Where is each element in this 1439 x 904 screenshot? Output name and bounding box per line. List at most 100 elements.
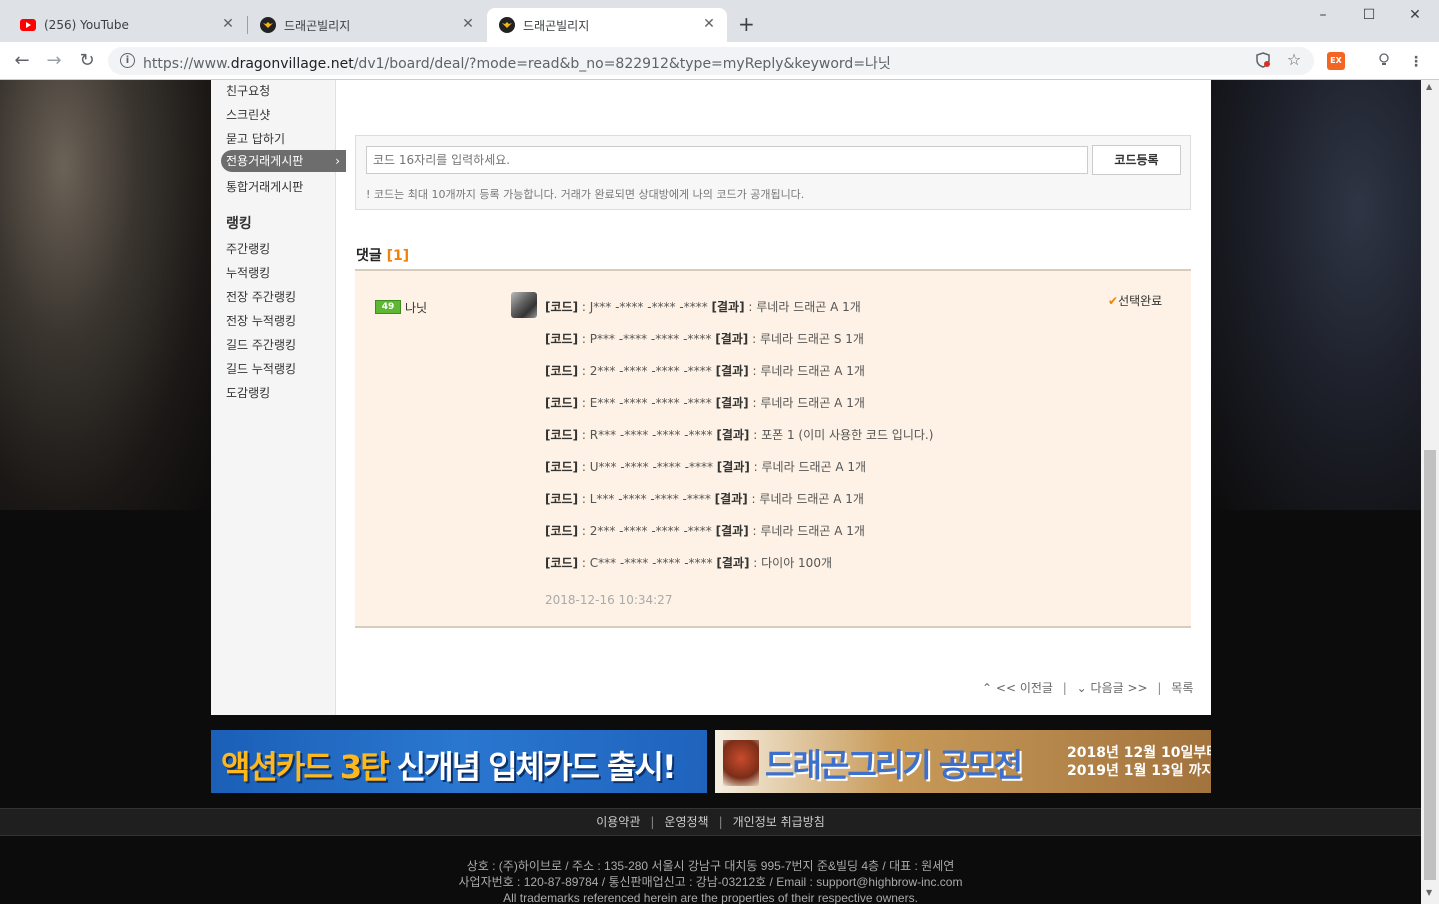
code-value: : 2*** -**** -**** -**** [578, 524, 716, 538]
code-tag: [코드] [545, 492, 579, 506]
code-value: : E*** -**** -**** -**** [578, 396, 716, 410]
main-content: 친구요청 스크린샷 묻고 답하기 전용거래게시판 › 통합거래게시판 랭킹 주간… [211, 80, 1211, 715]
lightbulb-icon[interactable] [1375, 53, 1393, 71]
list-link[interactable]: 목록 [1171, 681, 1193, 695]
post-navigation: ⌃ << 이전글 | ⌄ 다음글 >> | 목록 [982, 679, 1193, 696]
youtube-icon [20, 17, 36, 33]
code-value: : P*** -**** -**** -**** [578, 332, 716, 346]
close-icon[interactable]: ✕ [701, 16, 717, 32]
divider: | [718, 815, 723, 829]
comment-item: 49 나닛 [코드] : J*** -**** -**** -**** [결과]… [355, 269, 1191, 628]
sidebar-item-screenshot[interactable]: 스크린샷 [226, 106, 270, 123]
result-tag: [결과] [716, 556, 750, 570]
tab-title: (256) YouTube [44, 18, 129, 32]
banner-drawing-contest[interactable]: 드래곤그리기 공모전 2018년 12월 10일부터 2019년 1월 13일 까… [715, 730, 1211, 793]
back-icon[interactable]: ← [11, 50, 33, 72]
bookmark-star-icon[interactable]: ☆ [1285, 51, 1303, 69]
banner-action-card[interactable]: 액션카드 3탄 신개념 입체카드 출시! [211, 730, 707, 793]
code-value: : J*** -**** -**** -**** [578, 300, 712, 314]
prev-post-link[interactable]: << 이전글 [996, 681, 1053, 695]
tab-youtube[interactable]: (256) YouTube ✕ [8, 8, 246, 42]
sidebar-item-battle-total[interactable]: 전장 누적랭킹 [226, 312, 296, 329]
close-icon[interactable]: ✕ [220, 16, 236, 32]
code-tag: [코드] [545, 300, 579, 314]
result-tag: [결과] [716, 428, 750, 442]
blocked-content-icon[interactable] [1254, 52, 1272, 70]
footer-link-terms[interactable]: 이용약관 [596, 815, 640, 829]
menu-icon[interactable]: ⋮ [1407, 53, 1425, 71]
code-result-line: [코드] : E*** -**** -**** -**** [결과] : 루네라… [545, 394, 865, 411]
sidebar-item-private-trade[interactable]: 전용거래게시판 › [221, 150, 346, 172]
chevron-right-icon: › [335, 154, 340, 168]
footer-link-policy[interactable]: 운영정책 [664, 815, 708, 829]
maximize-button[interactable]: ☐ [1354, 4, 1384, 26]
result-value: : 루네라 드래곤 A 1개 [748, 364, 865, 378]
result-tag: [결과] [716, 460, 750, 474]
result-value: : 루네라 드래곤 A 1개 [747, 492, 864, 506]
code-result-line: [코드] : P*** -**** -**** -**** [결과] : 루네라… [545, 330, 864, 347]
sidebar-item-battle-weekly[interactable]: 전장 주간랭킹 [226, 288, 296, 305]
code-result-line: [코드] : L*** -**** -**** -**** [결과] : 루네라… [545, 490, 864, 507]
scrollbar-thumb[interactable] [1424, 450, 1436, 880]
code-register-button[interactable]: 코드등록 [1092, 145, 1181, 175]
url-prefix: https://www. [143, 56, 231, 72]
info-icon[interactable]: i [120, 53, 135, 68]
result-tag: [결과] [715, 332, 749, 346]
sidebar-item-integrated-trade[interactable]: 통합거래게시판 [226, 178, 303, 195]
sidebar-item-total-ranking[interactable]: 누적랭킹 [226, 264, 270, 281]
code-tag: [코드] [545, 396, 579, 410]
scrollbar[interactable]: ▲ ▼ [1421, 80, 1439, 904]
url-text[interactable]: https://www.dragonvillage.net/dv1/board/… [143, 53, 891, 73]
code-register-box: 코드등록 ! 코드는 최대 10개까지 등록 가능합니다. 거래가 완료되면 상… [355, 135, 1191, 210]
extension-icon[interactable]: EX [1327, 52, 1345, 70]
footer-registration: 사업자번호 : 120-87-89784 / 통신판매업신고 : 강남-0321… [458, 875, 963, 889]
footer-link-privacy[interactable]: 개인정보 취급방침 [733, 815, 825, 829]
scroll-up-icon[interactable]: ▲ [1426, 82, 1432, 91]
extension-label: EX [1330, 56, 1342, 65]
code-notice: ! 코드는 최대 10개까지 등록 가능합니다. 거래가 완료되면 상대방에게 … [366, 188, 805, 201]
sidebar-item-guild-total[interactable]: 길드 누적랭킹 [226, 360, 296, 377]
sidebar-item-qna[interactable]: 묻고 답하기 [226, 130, 285, 147]
status-label: 선택완료 [1118, 294, 1163, 308]
divider: | [1157, 681, 1162, 695]
code-value: : U*** -**** -**** -**** [578, 460, 717, 474]
level-value: 49 [381, 302, 395, 312]
code-result-line: [코드] : U*** -**** -**** -**** [결과] : 루네라… [545, 458, 866, 475]
banner-date-start: 2018년 12월 10일부터 [1067, 745, 1211, 761]
new-tab-button[interactable]: + [738, 13, 755, 35]
next-post-link[interactable]: 다음글 >> [1091, 681, 1148, 695]
code-tag: [코드] [545, 460, 579, 474]
code-tag: [코드] [545, 364, 579, 378]
scroll-down-icon[interactable]: ▼ [1426, 888, 1432, 897]
dragonvillage-icon [499, 17, 515, 33]
code-value: : 2*** -**** -**** -**** [578, 364, 716, 378]
address-bar[interactable]: i https://www.dragonvillage.net/dv1/boar… [108, 47, 1314, 75]
tab-dragonvillage[interactable]: 드래곤빌리지 ✕ [248, 8, 486, 42]
result-tag: [결과] [714, 492, 748, 506]
comments-count: [1] [386, 248, 410, 264]
sidebar-item-weekly-ranking[interactable]: 주간랭킹 [226, 240, 270, 257]
result-tag: [결과] [711, 300, 745, 314]
sidebar-item-collection-ranking[interactable]: 도감랭킹 [226, 384, 270, 401]
forward-icon[interactable]: → [43, 50, 65, 72]
reload-icon[interactable]: ↻ [76, 50, 98, 72]
sidebar: 친구요청 스크린샷 묻고 답하기 전용거래게시판 › 통합거래게시판 랭킹 주간… [211, 80, 346, 715]
tab-title: 드래곤빌리지 [284, 18, 351, 33]
url-domain: dragonvillage.net [230, 56, 354, 72]
sidebar-item-friend-request[interactable]: 친구요청 [226, 82, 270, 99]
comments-title: 댓글 [356, 248, 382, 264]
minimize-button[interactable]: – [1308, 4, 1338, 26]
code-input[interactable] [366, 146, 1088, 174]
sidebar-item-guild-weekly[interactable]: 길드 주간랭킹 [226, 336, 296, 353]
banner-contest-title: 드래곤그리기 공모전 [765, 746, 1023, 784]
comment-author[interactable]: 나닛 [405, 299, 427, 316]
page-viewport: 친구요청 스크린샷 묻고 답하기 전용거래게시판 › 통합거래게시판 랭킹 주간… [0, 80, 1421, 904]
banner-action-card-subtitle: 신개념 입체카드 출시! [396, 748, 677, 786]
banner-action-card-title: 액션카드 3탄 [221, 748, 390, 786]
close-window-button[interactable]: ✕ [1400, 4, 1430, 26]
close-icon[interactable]: ✕ [460, 16, 476, 32]
result-value: : 루네라 드래곤 A 1개 [744, 300, 861, 314]
code-value: : L*** -**** -**** -**** [578, 492, 715, 506]
code-result-line: [코드] : 2*** -**** -**** -**** [결과] : 루네라… [545, 522, 865, 539]
tab-dragonvillage-active[interactable]: 드래곤빌리지 ✕ [487, 8, 727, 42]
